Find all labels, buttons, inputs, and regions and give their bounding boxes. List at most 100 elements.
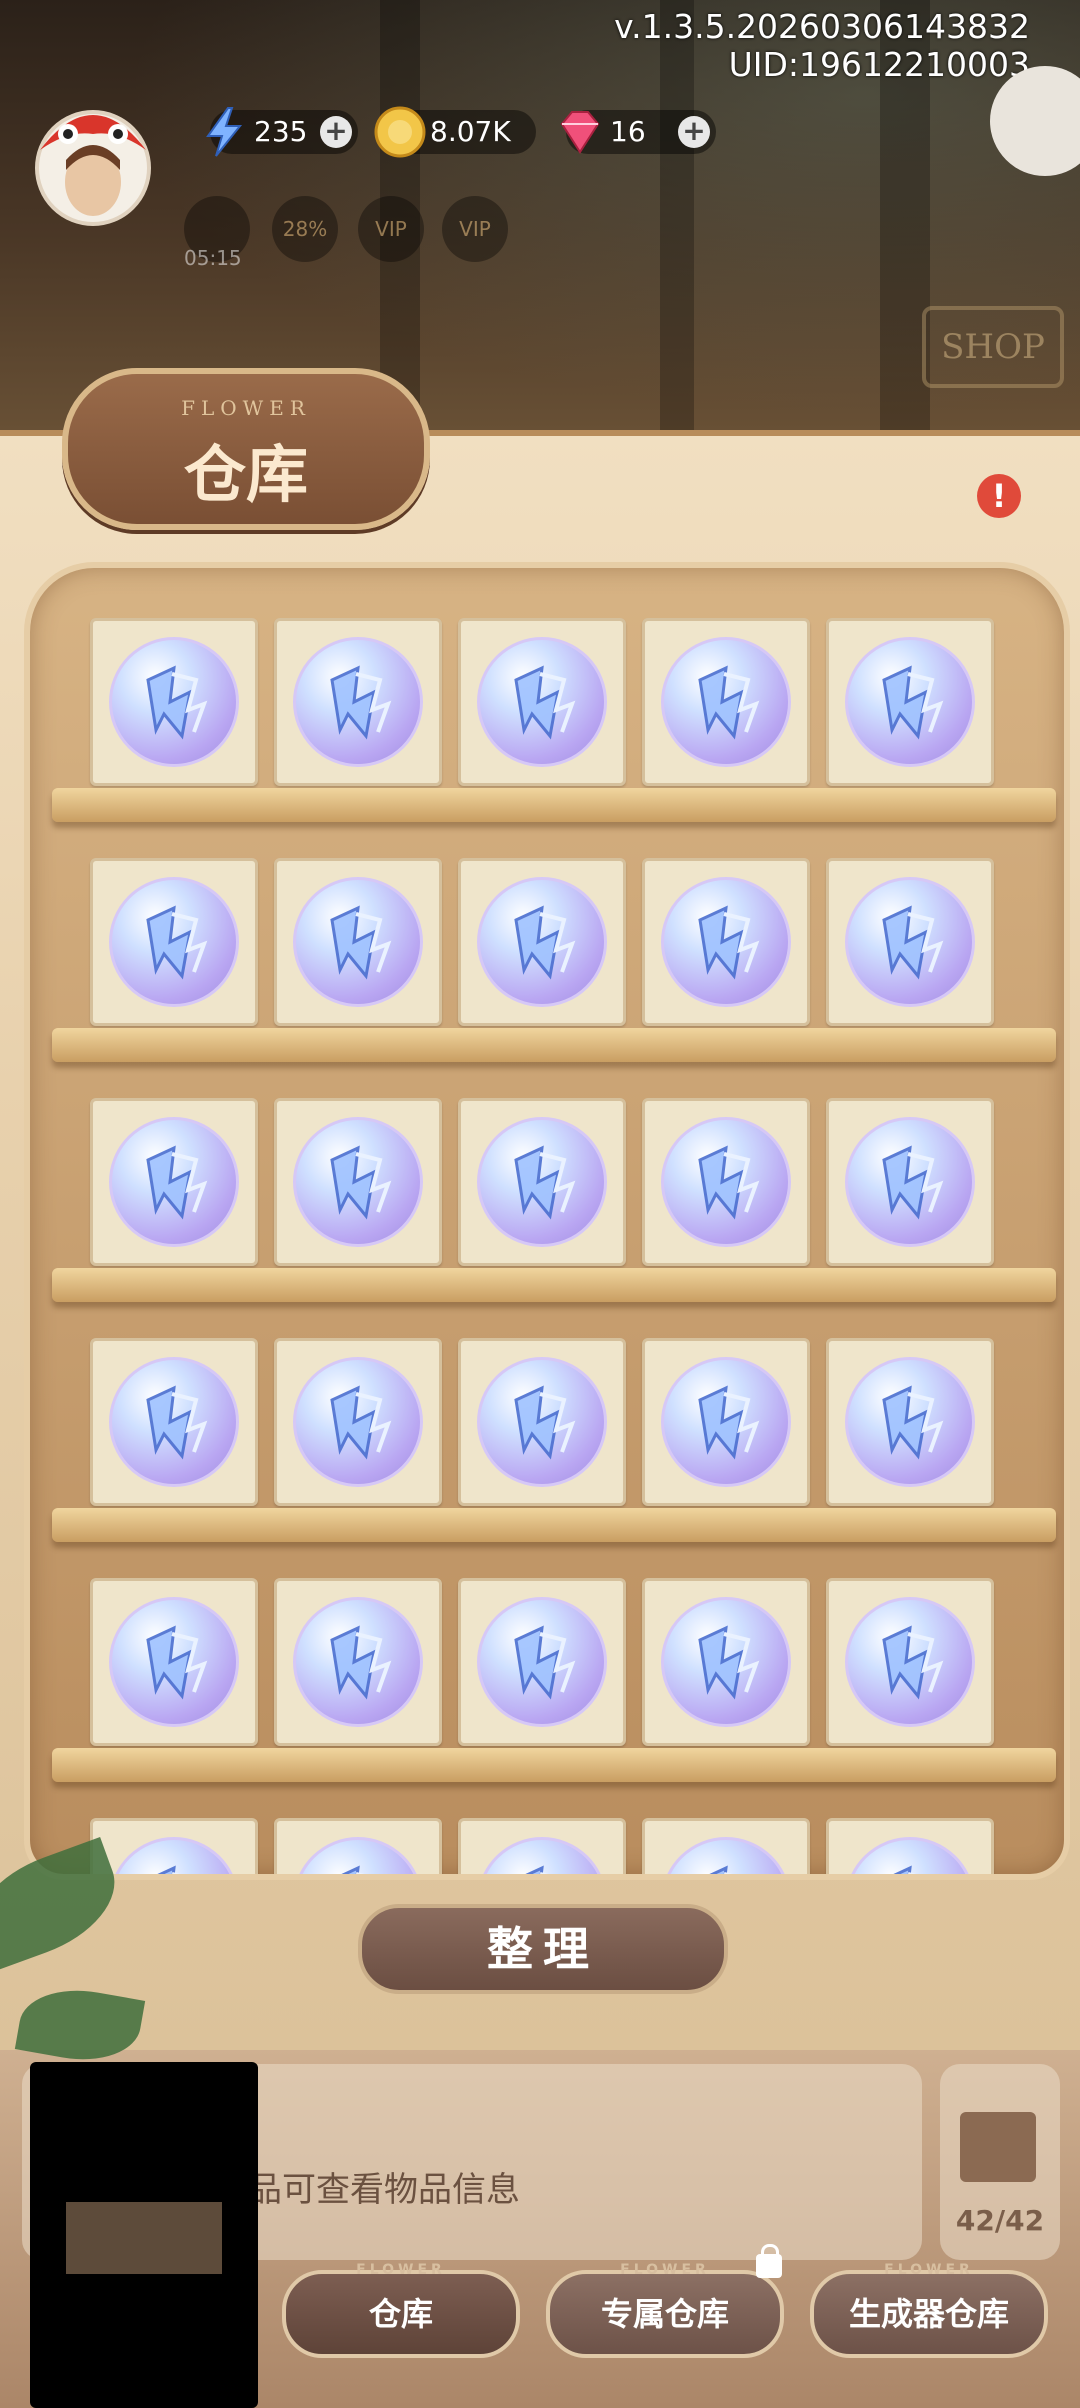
- item-slot[interactable]: [458, 858, 626, 1026]
- crystal-orb-icon: [845, 1597, 975, 1727]
- shelf-board: [52, 1748, 1056, 1782]
- tab-warehouse[interactable]: FLOWER 仓库: [282, 2262, 520, 2358]
- shop-sign[interactable]: SHOP: [922, 306, 1064, 388]
- warehouse-title-plaque: FLOWER 仓库: [62, 368, 430, 530]
- shelf-row: [52, 1818, 1042, 1874]
- item-slot[interactable]: [90, 858, 258, 1026]
- gem-add-button[interactable]: +: [678, 116, 710, 148]
- crystal-orb-icon: [293, 877, 423, 1007]
- item-slot[interactable]: [274, 1338, 442, 1506]
- crystal-orb-icon: [477, 1597, 607, 1727]
- shelf-row: [52, 858, 1056, 1098]
- crystal-orb-icon: [109, 637, 239, 767]
- version-info: v.1.3.5.20260306143832 UID:19612210003: [614, 8, 1030, 84]
- crystal-orb-icon: [477, 1117, 607, 1247]
- crystal-orb-icon: [477, 1357, 607, 1487]
- item-slot[interactable]: [274, 858, 442, 1026]
- energy-value: 235: [254, 115, 308, 148]
- coin-icon: [374, 106, 426, 158]
- item-slot[interactable]: [642, 1818, 810, 1874]
- crystal-orb-icon: [661, 1357, 791, 1487]
- crystal-orb-icon: [477, 1837, 607, 1874]
- item-slot[interactable]: [826, 858, 994, 1026]
- item-slot[interactable]: [458, 1818, 626, 1874]
- shelf-row: [52, 618, 1056, 858]
- item-slot[interactable]: [90, 1578, 258, 1746]
- tab-label: 专属仓库: [600, 2295, 729, 2333]
- item-slot[interactable]: [458, 1098, 626, 1266]
- tab-flower-label: FLOWER: [620, 2262, 710, 2278]
- tab-generator-warehouse[interactable]: FLOWER 生成器仓库: [810, 2262, 1048, 2358]
- tab-exclusive-warehouse[interactable]: FLOWER 专属仓库: [546, 2244, 784, 2358]
- item-slot[interactable]: [90, 1098, 258, 1266]
- item-slot[interactable]: [274, 1818, 442, 1874]
- tab-flower-label: FLOWER: [884, 2262, 974, 2278]
- item-slot[interactable]: [90, 1338, 258, 1506]
- crystal-orb-icon: [477, 877, 607, 1007]
- tab-label: 仓库: [368, 2295, 433, 2333]
- capacity-box[interactable]: 42/42: [940, 2064, 1060, 2260]
- player-avatar[interactable]: [28, 90, 158, 230]
- crystal-orb-icon: [661, 1597, 791, 1727]
- discount-buff[interactable]: 28%: [272, 196, 338, 262]
- crystal-orb-icon: [109, 877, 239, 1007]
- storage-cabinet: [24, 562, 1070, 1880]
- crystal-orb-icon: [477, 637, 607, 767]
- item-slot[interactable]: [642, 858, 810, 1026]
- energy-add-button[interactable]: +: [320, 116, 352, 148]
- capacity-count: 42/42: [955, 2204, 1045, 2237]
- shelf-row: [52, 1098, 1056, 1338]
- lightning-icon: [206, 107, 243, 157]
- alert-icon[interactable]: !: [977, 474, 1021, 518]
- crystal-orb-icon: [109, 1117, 239, 1247]
- gem-counter: 16 +: [560, 110, 716, 154]
- sort-button[interactable]: 整理: [358, 1904, 728, 1994]
- item-slot[interactable]: [274, 1578, 442, 1746]
- title-flower-label: FLOWER: [181, 396, 311, 420]
- crystal-orb-icon: [109, 1837, 239, 1874]
- overlay-preview: [30, 2062, 258, 2408]
- coin-counter: 8.07K: [374, 106, 536, 158]
- tab-label: 生成器仓库: [848, 2295, 1009, 2333]
- gem-value: 16: [610, 115, 646, 148]
- item-slot[interactable]: [274, 618, 442, 786]
- crystal-orb-icon: [845, 637, 975, 767]
- item-slot[interactable]: [826, 1338, 994, 1506]
- item-info-hint: 品可查看物品信息: [248, 2170, 520, 2210]
- tab-flower-label: FLOWER: [356, 2262, 446, 2278]
- crystal-orb-icon: [845, 1117, 975, 1247]
- shelf-board: [52, 788, 1056, 822]
- item-slot[interactable]: [90, 1818, 258, 1874]
- item-slot[interactable]: [274, 1098, 442, 1266]
- crystal-orb-icon: [845, 1357, 975, 1487]
- vip-badge-1[interactable]: VIP: [358, 196, 424, 262]
- shelf-board: [52, 1028, 1056, 1062]
- shelf-row: [52, 1338, 1056, 1578]
- coin-value: 8.07K: [430, 115, 511, 148]
- crystal-orb-icon: [109, 1357, 239, 1487]
- item-slot[interactable]: [458, 1578, 626, 1746]
- uid-label: UID:19612210003: [728, 45, 1030, 84]
- item-slot[interactable]: [642, 1098, 810, 1266]
- vip-badge-2[interactable]: VIP: [442, 196, 508, 262]
- energy-counter: 235 +: [206, 107, 358, 157]
- crystal-orb-icon: [293, 1357, 423, 1487]
- item-slot[interactable]: [642, 1578, 810, 1746]
- item-slot[interactable]: [458, 618, 626, 786]
- item-slot[interactable]: [826, 618, 994, 786]
- mini-thumbnail: [66, 2202, 222, 2274]
- item-slot[interactable]: [642, 1338, 810, 1506]
- item-slot[interactable]: [826, 1578, 994, 1746]
- crystal-orb-icon: [293, 1117, 423, 1247]
- box-icon: [960, 2112, 1036, 2182]
- buff-timer: 05:15: [184, 246, 242, 270]
- item-slot[interactable]: [642, 618, 810, 786]
- item-slot[interactable]: [826, 1818, 994, 1874]
- shelf-row: [52, 1578, 1056, 1818]
- crystal-orb-icon: [845, 1837, 975, 1874]
- item-slot[interactable]: [826, 1098, 994, 1266]
- item-slot[interactable]: [458, 1338, 626, 1506]
- item-slot[interactable]: [90, 618, 258, 786]
- shelf-board: [52, 1508, 1056, 1542]
- crystal-orb-icon: [293, 637, 423, 767]
